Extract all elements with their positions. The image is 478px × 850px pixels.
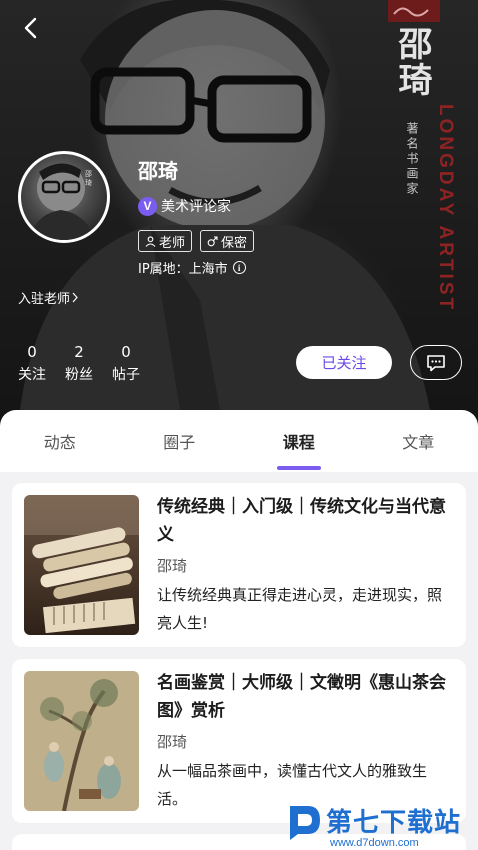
ip-location: IP属地：上海市 i: [138, 258, 246, 277]
settled-teacher-link[interactable]: 入驻老师: [18, 288, 78, 307]
stat-following-value: 0: [27, 343, 37, 361]
stat-posts[interactable]: 0 帖子: [112, 343, 140, 385]
role-tag-label: 老师: [159, 235, 186, 251]
settled-teacher-label: 入驻老师: [18, 292, 71, 307]
svg-text:琦: 琦: [85, 179, 92, 187]
message-button[interactable]: [410, 345, 462, 380]
watermark-logo-icon: [290, 806, 320, 840]
svg-text:邵: 邵: [85, 170, 92, 178]
tab-circles[interactable]: 圈子: [120, 410, 240, 472]
chevron-left-icon: [24, 17, 37, 39]
avatar-image: 邵 琦: [29, 163, 95, 240]
content-tabs: 动态 圈子 课程 文章: [0, 410, 478, 472]
chevron-right-icon: [72, 292, 78, 303]
profile-title-row: V 美术评论家: [138, 196, 231, 216]
gender-tag: 保密: [200, 230, 255, 252]
hero-subtitle: 著名书画家: [405, 122, 419, 197]
course-thumbnail: [24, 671, 139, 811]
stat-following-label: 关注: [18, 367, 46, 383]
verified-badge: V: [138, 196, 157, 216]
ip-location-text: IP属地：上海市: [138, 262, 228, 277]
profile-title: 美术评论家: [161, 199, 231, 215]
watermark-text: 第七下载站: [326, 807, 462, 838]
stat-fans[interactable]: 2 粉丝: [65, 343, 93, 385]
profile-header: 邵琦 著名书画家 LONGDAY ARTIST 邵 琦 邵琦 V 美术评论家 老…: [0, 0, 478, 430]
scrolls-image: [24, 495, 139, 635]
avatar[interactable]: 邵 琦: [18, 151, 110, 243]
hero-english-text: LONGDAY ARTIST: [435, 104, 456, 313]
site-watermark: 第七下载站 www.d7down.com: [286, 800, 461, 849]
course-title: 名画鉴赏｜大师级｜文徵明《惠山茶会图》赏析: [157, 673, 446, 721]
tab-dynamics[interactable]: 动态: [0, 410, 120, 472]
male-icon: [207, 235, 218, 246]
course-description: 让传统经典真正得走进心灵，走进现实，照亮人生!: [157, 586, 443, 632]
tab-courses[interactable]: 课程: [239, 410, 359, 472]
course-author: 邵琦: [157, 557, 188, 575]
stat-following[interactable]: 0 关注: [18, 343, 46, 385]
role-tag: 老师: [138, 230, 193, 252]
seal-ornament: [388, 0, 440, 22]
painting-image: [24, 671, 139, 811]
chat-icon: [427, 354, 445, 371]
profile-name: 邵琦: [138, 159, 178, 183]
back-button[interactable]: [14, 12, 46, 44]
profile-stats: 0 关注 2 粉丝 0 帖子: [18, 343, 140, 385]
person-icon: [145, 235, 156, 247]
watermark-row: 第七下载站: [286, 800, 461, 840]
course-card[interactable]: 名画鉴赏｜大师级｜文徵明《惠山茶会图》赏析 邵琦 从一幅品茶画中，读懂古代文人的…: [12, 659, 466, 823]
watermark-url: www.d7down.com: [330, 837, 419, 849]
course-author: 邵琦: [157, 733, 188, 751]
stat-fans-label: 粉丝: [65, 367, 93, 383]
hero-calligraphy: 邵琦: [392, 26, 432, 98]
tab-articles[interactable]: 文章: [359, 410, 478, 472]
stat-posts-value: 0: [121, 343, 131, 361]
info-icon[interactable]: i: [232, 261, 246, 274]
profile-tags: 老师 保密: [138, 230, 255, 252]
gender-tag-label: 保密: [221, 235, 248, 251]
stat-fans-value: 2: [74, 343, 84, 361]
course-thumbnail: [24, 495, 139, 635]
stat-posts-label: 帖子: [112, 367, 140, 383]
follow-button[interactable]: 已关注: [296, 346, 392, 379]
course-title: 传统经典｜入门级｜传统文化与当代意义: [157, 497, 446, 545]
course-card[interactable]: 传统经典｜入门级｜传统文化与当代意义 邵琦 让传统经典真正得走进心灵，走进现实，…: [12, 483, 466, 647]
